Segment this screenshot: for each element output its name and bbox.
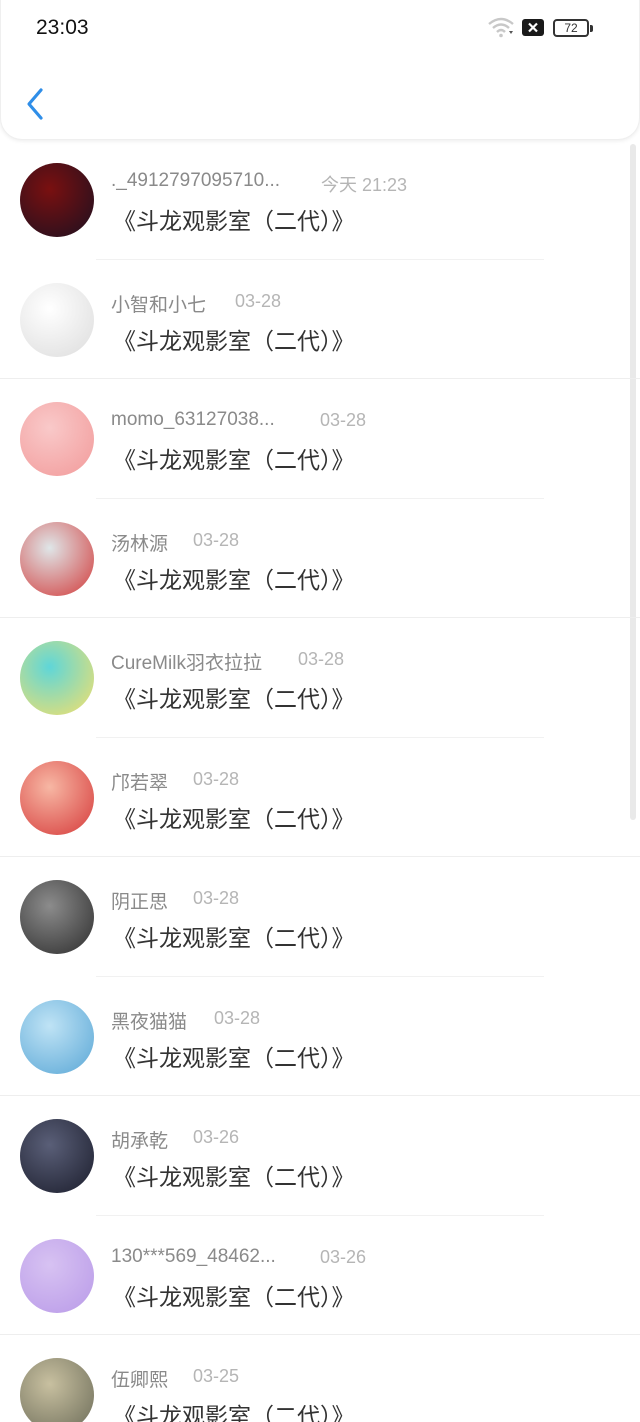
sender-name: ._4912797095710...	[111, 170, 281, 191]
sender-name: momo_63127038...	[111, 409, 275, 430]
message-text: 《斗龙观影室（二代）》	[113, 1404, 355, 1422]
message-date: 03-26	[320, 1246, 367, 1267]
sender-name: 邝若翠	[111, 772, 169, 794]
message-text: 《斗龙观影室（二代）》	[113, 926, 355, 952]
list-item[interactable]: 胡承乾 03-26 《斗龙观影室（二代）》	[0, 1096, 640, 1216]
status-bar: 23:03 72	[1, 0, 640, 56]
message-date: 03-26	[193, 1127, 240, 1147]
message-text: 《斗龙观影室（二代）》	[113, 328, 355, 355]
avatar[interactable]	[20, 1119, 94, 1193]
avatar[interactable]	[20, 760, 94, 835]
chevron-left-icon[interactable]	[21, 84, 51, 124]
avatar[interactable]	[20, 521, 94, 596]
message-text: 《斗龙观影室（二代）》	[113, 687, 355, 713]
list-item[interactable]: 黑夜猫猫 03-28 《斗龙观影室（二代）》	[0, 977, 640, 1096]
message-text: 《斗龙观影室（二代）》	[113, 567, 355, 594]
sender-name: 130***569_48462...	[111, 1245, 276, 1267]
list-item[interactable]: 小智和小七 03-28 《斗龙观影室（二代）》	[0, 260, 640, 379]
sender-name: 汤林源	[111, 533, 169, 555]
message-date: 03-28	[193, 768, 240, 789]
list-item[interactable]: 邝若翠 03-28 《斗龙观影室（二代）》	[0, 738, 640, 857]
list-item[interactable]: 汤林源 03-28 《斗龙观影室（二代）》	[0, 499, 640, 618]
avatar[interactable]	[20, 1358, 94, 1422]
message-list: ._4912797095710... 今天 21:23 《斗龙观影室（二代）》 …	[0, 140, 640, 1422]
wifi-icon	[488, 17, 514, 38]
battery-icon: 72	[553, 19, 593, 37]
message-date: 03-28	[214, 1007, 261, 1028]
no-sim-icon	[522, 19, 544, 36]
sender-name: 黑夜猫猫	[111, 1011, 188, 1033]
avatar[interactable]	[20, 880, 94, 954]
message-date: 03-28	[298, 649, 345, 669]
message-date: 03-28	[320, 410, 367, 430]
header-bar: 23:03 72	[0, 0, 640, 140]
list-item[interactable]: CureMilk羽衣拉拉 03-28 《斗龙观影室（二代）》	[0, 618, 640, 738]
message-date: 03-28	[235, 290, 282, 311]
list-item[interactable]: momo_63127038... 03-28 《斗龙观影室（二代）》	[0, 379, 640, 499]
message-date: 03-28	[193, 888, 240, 908]
avatar[interactable]	[20, 1238, 94, 1313]
avatar[interactable]	[20, 282, 94, 357]
message-date: 今天 21:23	[321, 175, 408, 195]
status-time: 23:03	[36, 16, 89, 39]
sender-name: 胡承乾	[111, 1131, 169, 1152]
avatar[interactable]	[20, 402, 94, 476]
message-text: 《斗龙观影室（二代）》	[113, 1284, 355, 1311]
sender-name: 阴正思	[111, 892, 169, 913]
sender-name: 小智和小七	[111, 294, 207, 316]
avatar[interactable]	[20, 999, 94, 1074]
message-text: 《斗龙观影室（二代）》	[113, 806, 355, 833]
message-text: 《斗龙观影室（二代）》	[113, 1045, 355, 1072]
message-text: 《斗龙观影室（二代）》	[113, 209, 355, 235]
message-text: 《斗龙观影室（二代）》	[113, 448, 355, 474]
message-text: 《斗龙观影室（二代）》	[113, 1165, 355, 1191]
list-item[interactable]: 130***569_48462... 03-26 《斗龙观影室（二代）》	[0, 1216, 640, 1335]
avatar[interactable]	[20, 163, 94, 237]
sender-name: 伍卿熙	[111, 1370, 169, 1391]
message-date: 03-28	[193, 529, 240, 550]
message-date: 03-25	[193, 1366, 240, 1386]
list-item[interactable]: 阴正思 03-28 《斗龙观影室（二代）》	[0, 857, 640, 977]
sender-name: CureMilk羽衣拉拉	[111, 653, 262, 674]
list-item[interactable]: 伍卿熙 03-25 《斗龙观影室（二代）》	[0, 1335, 640, 1422]
list-item[interactable]: ._4912797095710... 今天 21:23 《斗龙观影室（二代）》	[0, 140, 640, 260]
avatar[interactable]	[20, 641, 94, 715]
